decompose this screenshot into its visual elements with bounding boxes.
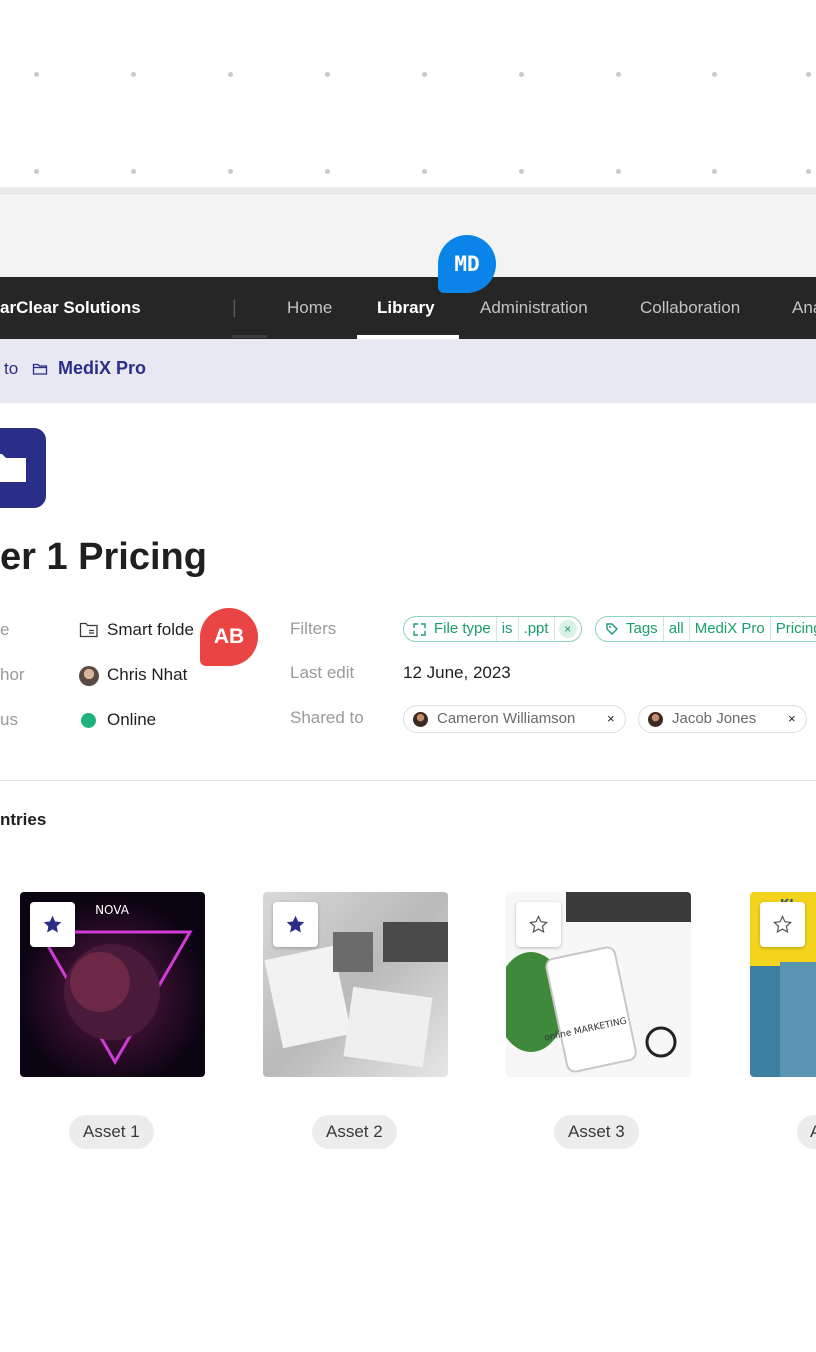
expand-icon	[413, 622, 426, 636]
nav-analytics[interactable]: Ana	[792, 277, 816, 339]
canvas-dot	[34, 169, 39, 174]
asset-label[interactable]: Asset 3	[554, 1115, 639, 1149]
nav-separator-bar	[232, 335, 267, 338]
nav-library[interactable]: Library	[377, 277, 435, 339]
shared-user-name: Jacob Jones	[672, 710, 757, 727]
canvas-dot	[806, 72, 811, 77]
filter-value: .ppt	[519, 617, 555, 641]
toolbar-band	[0, 193, 816, 278]
page-title: er 1 Pricing	[0, 536, 207, 578]
asset-thumbnail[interactable]: NOVA	[20, 892, 205, 1077]
filter-operator: is	[497, 617, 519, 641]
thumb-text: NOVA	[95, 903, 130, 917]
filter-operator: all	[664, 617, 690, 641]
nav-separator: |	[232, 297, 237, 317]
asset-thumbnail[interactable]: online MARKETING	[506, 892, 691, 1077]
top-navbar: arClear Solutions | Home Library Adminis…	[0, 277, 816, 339]
user-avatar	[413, 712, 428, 727]
shared-label: Shared to	[290, 708, 364, 727]
canvas-dot	[34, 72, 39, 77]
folder-tile	[0, 428, 46, 508]
asset-thumbnail[interactable]	[263, 892, 448, 1077]
filter-chip-file-type[interactable]: File type is .ppt ×	[403, 616, 582, 642]
canvas-dot	[712, 169, 717, 174]
remove-user-close-icon[interactable]: ×	[607, 706, 615, 732]
nav-administration[interactable]: Administration	[480, 277, 588, 339]
author-label: hor	[0, 665, 25, 684]
canvas-dot	[712, 72, 717, 77]
nav-home[interactable]: Home	[287, 277, 332, 339]
remove-filter-close-icon[interactable]: ×	[558, 620, 577, 638]
canvas-dot	[131, 169, 136, 174]
filter-value: Pricing	[775, 620, 816, 637]
folder-icon	[32, 363, 48, 375]
dotted-canvas	[0, 0, 816, 188]
filter-field: File type	[429, 617, 497, 641]
canvas-dot	[325, 72, 330, 77]
canvas-dot	[325, 169, 330, 174]
filter-value: MediX Pro	[690, 617, 771, 641]
section-divider	[0, 780, 816, 781]
star-filled-icon	[286, 915, 305, 933]
status-label: us	[0, 710, 18, 729]
canvas-dot	[422, 72, 427, 77]
type-label: e	[0, 620, 10, 639]
presence-avatar-md[interactable]: MD	[438, 235, 496, 293]
asset-label[interactable]: Asset 2	[312, 1115, 397, 1149]
author-avatar	[79, 666, 99, 686]
asset-label[interactable]: A	[797, 1115, 816, 1149]
filters-label: Filters	[290, 619, 337, 638]
shared-user-chip[interactable]: Cameron Williamson ×	[403, 705, 626, 733]
filter-field: Tags	[621, 617, 664, 641]
canvas-dot	[616, 169, 621, 174]
star-outline-icon	[772, 915, 793, 934]
canvas-dot	[519, 72, 524, 77]
remove-user-close-icon[interactable]: ×	[788, 706, 796, 732]
shared-user-chip[interactable]: Jacob Jones ×	[638, 705, 807, 733]
favorite-toggle[interactable]	[760, 902, 805, 947]
canvas-dot	[228, 72, 233, 77]
presence-avatar-ab[interactable]: AB	[200, 608, 258, 666]
tag-icon	[606, 623, 618, 635]
last-edit-value: 12 June, 2023	[403, 663, 511, 682]
asset-label[interactable]: Asset 1	[69, 1115, 154, 1149]
folder-icon	[0, 454, 26, 482]
brand-name[interactable]: arClear Solutions	[0, 277, 141, 339]
user-avatar	[648, 712, 663, 727]
star-outline-icon	[528, 915, 549, 934]
entries-title: ntries	[0, 810, 47, 829]
canvas-dot	[616, 72, 621, 77]
author-value[interactable]: Chris Nhat	[107, 665, 187, 685]
breadcrumb: to MediX Pro	[0, 339, 816, 403]
shared-user-name: Cameron Williamson	[437, 710, 576, 727]
last-edit-label: Last edit	[290, 663, 355, 682]
canvas-dot	[806, 169, 811, 174]
asset-thumbnail[interactable]: KI	[750, 892, 816, 1077]
breadcrumb-prefix: to	[4, 359, 19, 378]
filter-chip-tags[interactable]: Tags all MediX Pro Pricing	[595, 616, 816, 642]
favorite-toggle[interactable]	[30, 902, 75, 947]
canvas-dot	[131, 72, 136, 77]
breadcrumb-current[interactable]: MediX Pro	[58, 358, 146, 379]
canvas-dot	[422, 169, 427, 174]
favorite-toggle[interactable]	[516, 902, 561, 947]
status-value: Online	[107, 710, 157, 729]
favorite-toggle[interactable]	[273, 902, 318, 947]
canvas-dot	[228, 169, 233, 174]
canvas-dot	[519, 169, 524, 174]
status-online-dot	[81, 713, 96, 728]
star-filled-icon	[43, 915, 62, 933]
smart-folder-icon	[79, 622, 98, 638]
nav-collaboration[interactable]: Collaboration	[640, 277, 740, 339]
type-value: Smart folde	[107, 620, 194, 639]
